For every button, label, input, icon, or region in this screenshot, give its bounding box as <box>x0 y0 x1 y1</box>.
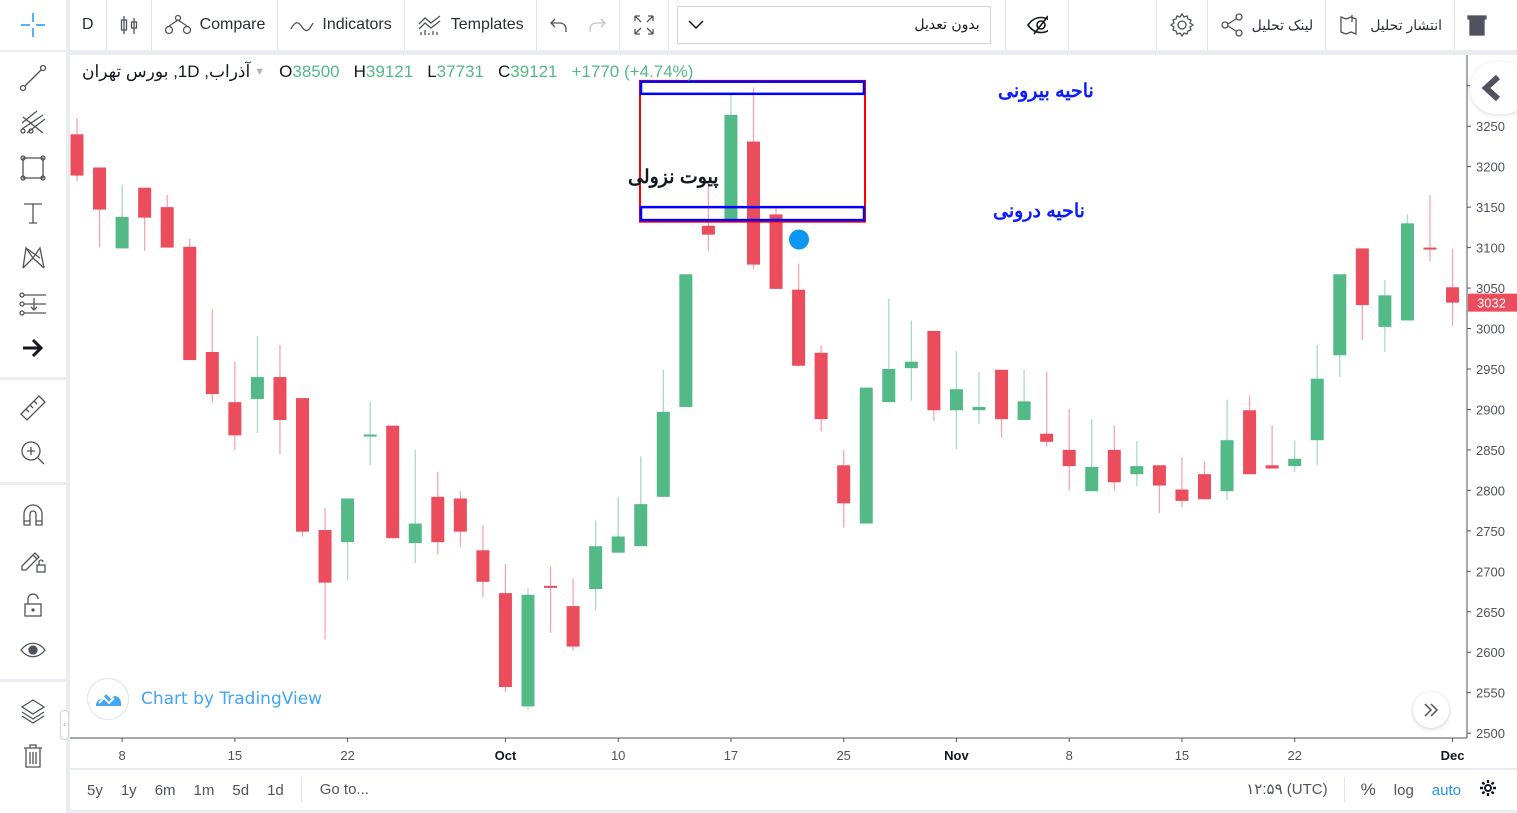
gear-icon <box>1169 12 1194 38</box>
range-1m[interactable]: 1m <box>185 782 224 799</box>
ruler-icon <box>20 395 46 421</box>
drawing-toolbar <box>0 52 66 813</box>
publish-button[interactable]: انتشار تحلیل <box>1326 0 1456 50</box>
arrow-right-icon <box>23 338 44 358</box>
object-tree-button[interactable] <box>17 695 49 727</box>
range-5d[interactable]: 5d <box>223 782 258 799</box>
fullscreen-button[interactable] <box>620 0 669 50</box>
toolbar-spacer <box>1069 0 1157 50</box>
undo-redo-group <box>537 0 620 50</box>
chart-pane[interactable] <box>70 55 1517 768</box>
interval-button[interactable]: D <box>70 0 107 50</box>
text-tool[interactable] <box>17 197 49 229</box>
bottom-toolbar: 5y 1y 6m 1m 5d 1d Go to... ۱۲:۵۹ (UTC) %… <box>70 770 1517 810</box>
magnet-tool[interactable] <box>17 499 49 531</box>
remove-drawings-button[interactable] <box>17 740 49 772</box>
publish-idea-icon <box>1340 15 1357 35</box>
top-toolbar: D Compare Indicators Templates بدون تعدی… <box>70 0 1517 50</box>
indicators-icon <box>290 22 314 32</box>
symbol-title[interactable]: آذراب, 1D, بورس تهران <box>82 62 250 82</box>
templates-button[interactable]: Templates <box>403 0 537 50</box>
lock-all-drawings[interactable] <box>17 589 49 621</box>
tradingview-logo <box>87 678 129 720</box>
compare-icon <box>164 14 191 35</box>
undo-icon[interactable] <box>549 17 569 33</box>
price-scale-menu-button[interactable] <box>1470 62 1517 114</box>
hide-all-drawings[interactable] <box>17 634 49 666</box>
share-icon <box>1221 13 1243 37</box>
measure-range-icon <box>19 292 46 316</box>
auto-scale-toggle[interactable]: auto <box>1423 782 1470 799</box>
legend-low: L37731 <box>427 62 484 81</box>
percent-scale-toggle[interactable]: % <box>1345 780 1385 800</box>
timezone-clock[interactable]: ۱۲:۵۹ (UTC) <box>1237 777 1345 803</box>
pitchfork-icon <box>20 110 46 134</box>
adjustment-select[interactable]: بدون تعدیل <box>676 6 991 44</box>
chevron-left-icon <box>1481 74 1501 102</box>
templates-icon <box>418 15 441 35</box>
range-1d[interactable]: 1d <box>258 782 293 799</box>
cloud-logo-icon <box>96 694 121 706</box>
gear-icon <box>1480 780 1496 796</box>
range-buttons: 5y 1y 6m 1m 5d 1d <box>70 782 293 799</box>
candles-icon <box>120 16 137 34</box>
zoom-in-tool[interactable] <box>17 437 49 469</box>
eye-icon <box>20 642 46 658</box>
trash-icon <box>1467 15 1487 36</box>
trend-line-tool[interactable] <box>17 62 49 94</box>
arrow-tool[interactable] <box>17 332 49 364</box>
divider <box>0 482 66 485</box>
unlock-icon <box>24 593 42 617</box>
rectangle-icon <box>20 155 46 181</box>
price-scale[interactable] <box>1468 55 1517 738</box>
settings-button[interactable] <box>1157 0 1208 50</box>
zoom-in-icon <box>21 441 45 465</box>
crosshair-tool[interactable] <box>0 0 66 50</box>
fib-tool[interactable] <box>17 107 49 139</box>
scroll-to-realtime-button[interactable] <box>1413 692 1449 728</box>
pattern-icon <box>22 246 45 269</box>
legend-change: +1770 (+4.74%) <box>571 62 694 81</box>
pattern-tool[interactable] <box>17 242 49 274</box>
range-6m[interactable]: 6m <box>146 782 185 799</box>
rectangle-tool[interactable] <box>17 152 49 184</box>
trash-icon <box>24 744 42 768</box>
chart-settings-button[interactable] <box>1470 779 1517 801</box>
chevron-down-icon <box>688 20 704 30</box>
fullscreen-icon <box>634 15 654 35</box>
legend-close: C39121 <box>497 62 558 81</box>
log-scale-toggle[interactable]: log <box>1385 782 1423 799</box>
prediction-tool[interactable] <box>17 288 49 320</box>
crosshair-icon <box>21 13 45 37</box>
goto-button[interactable]: Go to... <box>300 777 378 803</box>
eye-crossed-icon <box>1026 15 1048 35</box>
legend-open: O38500 <box>279 62 340 81</box>
compare-button[interactable]: Compare <box>152 0 279 50</box>
divider <box>0 377 66 380</box>
range-5y[interactable]: 5y <box>78 782 112 799</box>
layers-icon <box>20 699 46 724</box>
lock-drawing-mode[interactable] <box>17 544 49 576</box>
double-chevron-right-icon <box>1424 703 1439 717</box>
range-1y[interactable]: 1y <box>112 782 146 799</box>
indicators-button[interactable]: Indicators <box>278 0 403 50</box>
delete-button[interactable] <box>1455 0 1499 50</box>
trend-line-icon <box>19 64 47 92</box>
hide-drawings-button[interactable] <box>1004 0 1069 50</box>
magnet-icon <box>23 504 43 526</box>
share-link-button[interactable]: لینک تحلیل <box>1208 0 1327 50</box>
legend-caret[interactable]: ▼ <box>254 66 265 78</box>
legend-high: H39121 <box>353 62 414 81</box>
tradingview-watermark[interactable]: Chart by TradingView <box>87 678 322 720</box>
ruler-tool[interactable] <box>17 392 49 424</box>
redo-icon[interactable] <box>587 17 607 33</box>
pencil-lock-icon <box>21 552 46 573</box>
text-icon <box>24 203 42 224</box>
chart-type-button[interactable] <box>107 0 152 50</box>
collapse-toolbar-handle[interactable]: ‹ <box>60 710 69 740</box>
divider <box>0 679 66 682</box>
symbol-legend: آذراب, 1D, بورس تهران ▼ O38500 H39121 L3… <box>82 62 693 82</box>
